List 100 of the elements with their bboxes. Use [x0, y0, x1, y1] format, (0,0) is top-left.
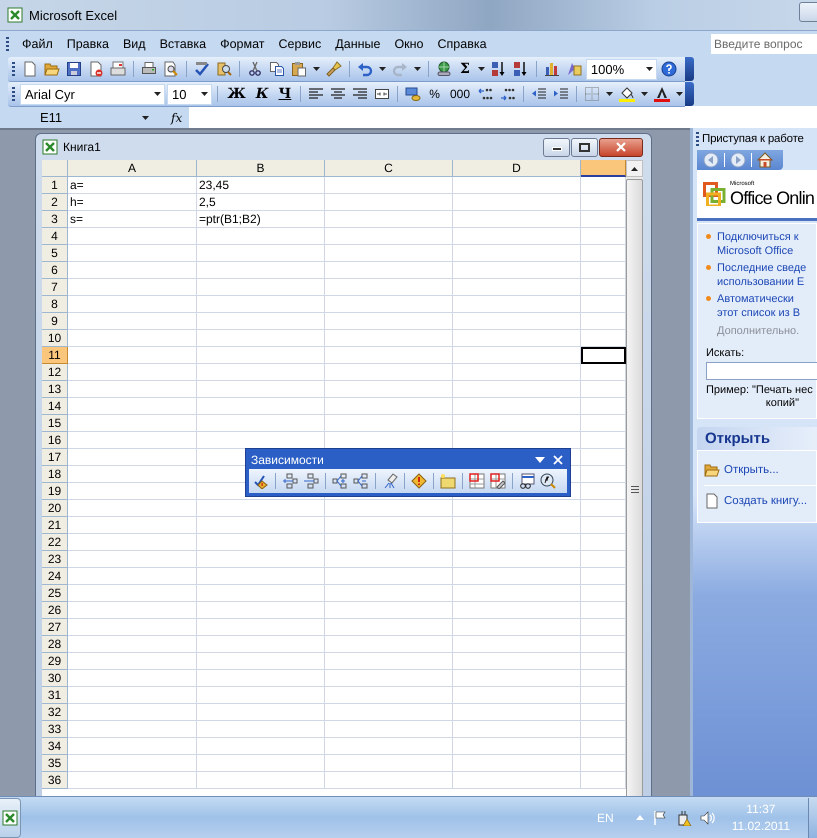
row-header[interactable]: 10: [42, 330, 68, 347]
copy-icon[interactable]: [269, 61, 285, 77]
forward-icon[interactable]: [730, 152, 746, 168]
column-header[interactable]: A: [68, 160, 197, 177]
row-header[interactable]: 32: [42, 704, 68, 721]
menu-item[interactable]: Вид: [116, 37, 153, 51]
borders-icon[interactable]: [584, 86, 600, 102]
row-header[interactable]: 9: [42, 313, 68, 330]
trace-precedents-icon[interactable]: [282, 473, 298, 489]
row-header[interactable]: 25: [42, 585, 68, 602]
row-header[interactable]: 24: [42, 568, 68, 585]
circle-invalid-icon[interactable]: [469, 473, 485, 489]
row-header[interactable]: 2: [42, 194, 68, 211]
print-preview-icon[interactable]: [163, 61, 179, 77]
row-header[interactable]: 31: [42, 687, 68, 704]
help-search-field[interactable]: Введите вопрос: [711, 34, 817, 54]
font-size-dropdown[interactable]: 10: [166, 84, 212, 104]
column-header[interactable]: C: [325, 160, 453, 177]
row-header[interactable]: 16: [42, 432, 68, 449]
menu-item[interactable]: Файл: [15, 37, 60, 51]
cut-icon[interactable]: [247, 61, 263, 77]
scroll-thumb[interactable]: [626, 179, 643, 796]
zoom-dropdown[interactable]: 100%: [586, 58, 657, 80]
row-header[interactable]: 19: [42, 483, 68, 500]
row-header[interactable]: 17: [42, 449, 68, 466]
comment-icon[interactable]: [440, 473, 456, 489]
row-header[interactable]: 18: [42, 466, 68, 483]
row-header[interactable]: 20: [42, 500, 68, 517]
row-header[interactable]: 34: [42, 738, 68, 755]
row-header[interactable]: 13: [42, 381, 68, 398]
sort-descending-icon[interactable]: [512, 61, 529, 77]
power-icon[interactable]: [676, 810, 692, 826]
show-desktop-button[interactable]: [808, 798, 817, 838]
sort-ascending-icon[interactable]: [490, 61, 507, 77]
close-icon[interactable]: [553, 455, 563, 465]
insert-function-button[interactable]: fx: [171, 110, 189, 124]
dropdown-icon[interactable]: [535, 455, 545, 465]
row-header[interactable]: 27: [42, 619, 68, 636]
home-icon[interactable]: [757, 152, 773, 168]
chart-icon[interactable]: [544, 61, 560, 77]
watch-window-icon[interactable]: [519, 473, 535, 489]
caret-icon[interactable]: [414, 67, 421, 71]
caret-icon[interactable]: [676, 92, 683, 96]
row-header[interactable]: 29: [42, 653, 68, 670]
restore-button[interactable]: [571, 138, 598, 156]
menu-item[interactable]: Сервис: [271, 37, 328, 51]
speaker-icon[interactable]: [700, 810, 716, 826]
excel-taskbar-button[interactable]: [0, 798, 21, 838]
evaluate-formula-icon[interactable]: [540, 473, 556, 489]
decrease-decimal-icon[interactable]: [500, 86, 516, 102]
toolbar-options-button[interactable]: [685, 57, 694, 81]
caret-icon[interactable]: [478, 67, 485, 71]
row-header[interactable]: 23: [42, 551, 68, 568]
currency-icon[interactable]: [405, 86, 422, 102]
active-cell[interactable]: [581, 347, 626, 364]
row-header[interactable]: 11: [42, 347, 68, 364]
row-header[interactable]: 36: [42, 772, 68, 789]
row-header[interactable]: 21: [42, 517, 68, 534]
clear-circles-icon[interactable]: [490, 473, 506, 489]
row-header[interactable]: 4: [42, 228, 68, 245]
menu-item[interactable]: Формат: [213, 37, 272, 51]
new-document-icon[interactable]: [22, 61, 38, 77]
row-header[interactable]: 28: [42, 636, 68, 653]
fill-color-icon[interactable]: [619, 86, 635, 102]
font-dropdown[interactable]: Arial Cyr: [20, 84, 165, 104]
trace-dependents-icon[interactable]: [332, 473, 348, 489]
row-header[interactable]: 30: [42, 670, 68, 687]
row-header[interactable]: 6: [42, 262, 68, 279]
font-color-icon[interactable]: [654, 86, 670, 102]
row-header[interactable]: 35: [42, 755, 68, 772]
printer-icon[interactable]: [141, 61, 157, 77]
row-header[interactable]: 33: [42, 721, 68, 738]
link[interactable]: Подключиться к Microsoft Office: [717, 230, 799, 258]
eraser-icon[interactable]: [382, 473, 398, 489]
document-icon[interactable]: [88, 61, 104, 77]
column-header[interactable]: B: [197, 160, 325, 177]
spelling-icon[interactable]: [194, 61, 210, 77]
back-icon[interactable]: [703, 152, 719, 168]
remove-precedents-icon[interactable]: [303, 473, 319, 489]
link[interactable]: Автоматически этот список из В: [717, 292, 800, 320]
warning-icon[interactable]: [411, 473, 427, 489]
bold-button[interactable]: Ж: [223, 86, 250, 102]
caret-icon[interactable]: [379, 67, 386, 71]
increase-decimal-icon[interactable]: [478, 86, 494, 102]
undo-icon[interactable]: [357, 61, 373, 77]
caret-icon[interactable]: [142, 116, 149, 120]
error-check-icon[interactable]: [253, 473, 269, 489]
row-header[interactable]: 15: [42, 415, 68, 432]
merge-center-icon[interactable]: [374, 86, 390, 102]
row-header[interactable]: 5: [42, 245, 68, 262]
row-header[interactable]: 14: [42, 398, 68, 415]
remove-dependents-icon[interactable]: [353, 473, 369, 489]
globe-link-icon[interactable]: [436, 61, 452, 77]
caret-icon[interactable]: [606, 92, 613, 96]
save-icon[interactable]: [66, 61, 82, 77]
close-button[interactable]: [599, 138, 643, 156]
create-link[interactable]: Создать книгу...: [724, 495, 808, 507]
column-header[interactable]: [581, 160, 626, 177]
row-header[interactable]: 8: [42, 296, 68, 313]
row-header[interactable]: 7: [42, 279, 68, 296]
